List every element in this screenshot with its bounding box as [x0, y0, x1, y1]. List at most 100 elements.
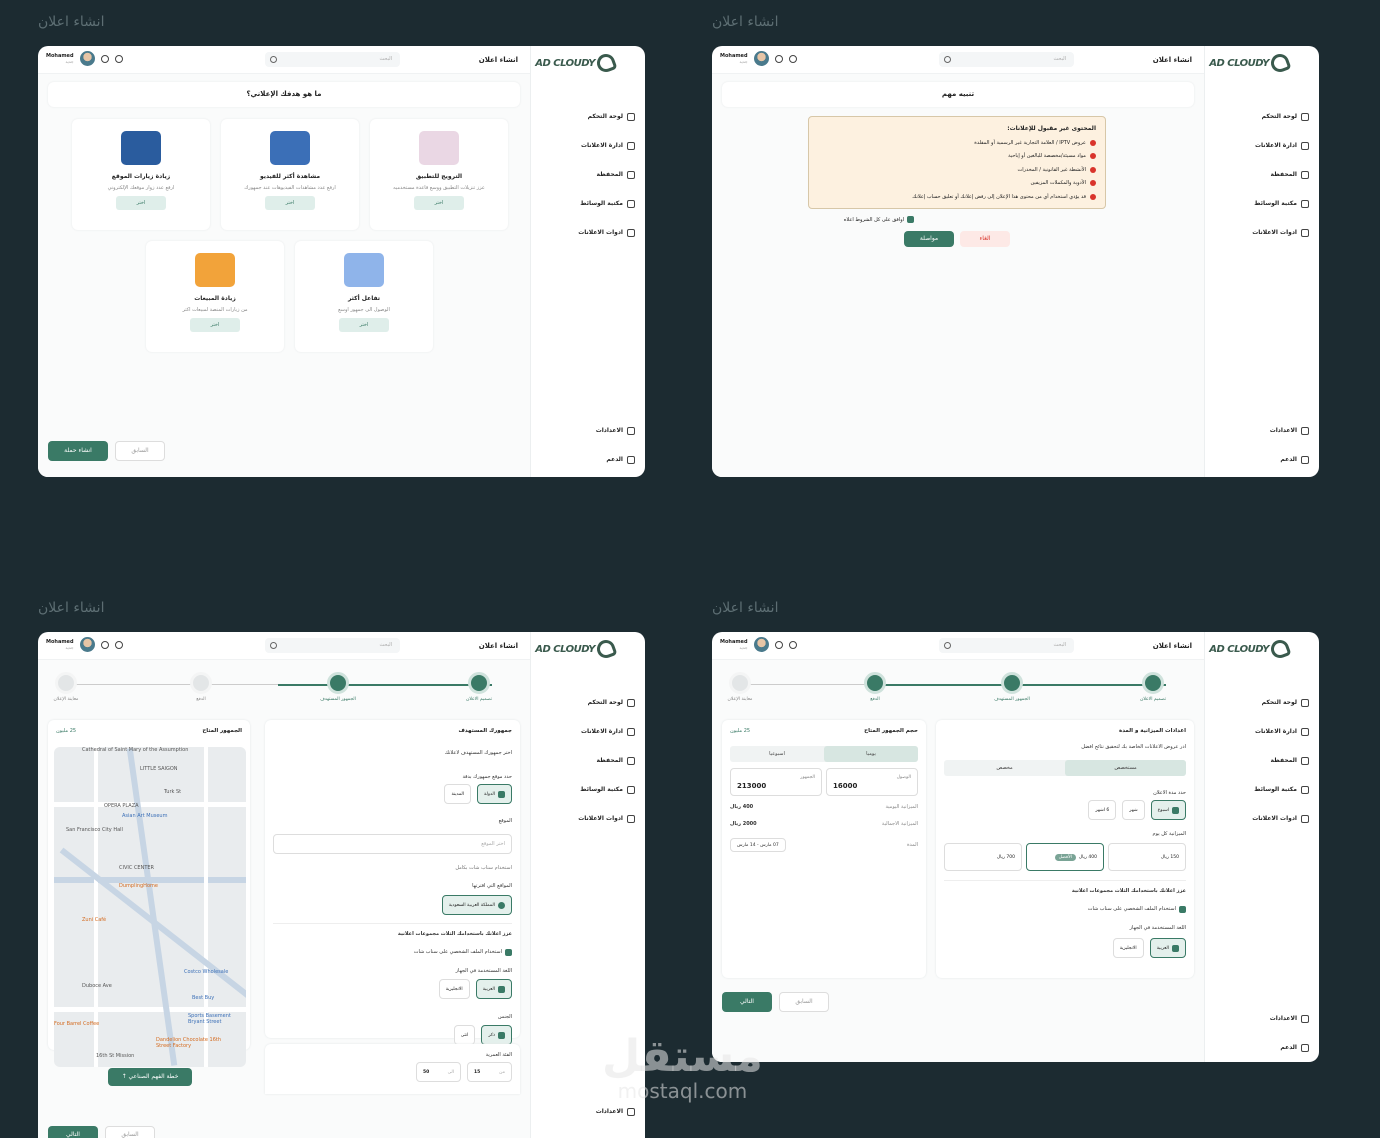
- nav-wallet[interactable]: المحفظة: [1229, 160, 1309, 189]
- prev-button[interactable]: السابق: [115, 441, 165, 461]
- nav-tools[interactable]: ادوات الاعلانات: [555, 218, 635, 247]
- moon-icon[interactable]: [774, 54, 783, 63]
- date-range[interactable]: 07 مارس - 14 مارس: [730, 838, 786, 852]
- snap-checkbox[interactable]: استخدام الملف الشخصي على سناب شات: [414, 949, 512, 956]
- nav-dashboard[interactable]: لوحة التحكم: [555, 102, 635, 131]
- nav-ads[interactable]: ادارة الاعلانات: [1229, 131, 1309, 160]
- step-payment[interactable]: الدفع: [173, 672, 229, 702]
- option-country[interactable]: الدولة: [477, 784, 512, 804]
- nav-dashboard[interactable]: لوحة التحكم: [555, 688, 635, 717]
- card-app-promo[interactable]: الترويج للتطبيق عزز تنزيلات التطبيق ووسع …: [370, 119, 508, 230]
- choose-button[interactable]: اختر: [414, 196, 464, 210]
- bell-icon[interactable]: [788, 54, 797, 63]
- user-menu[interactable]: Mohamed جديد: [46, 637, 123, 652]
- site-input[interactable]: اختر الموقع: [273, 834, 512, 854]
- search-input[interactable]: البحث: [939, 638, 1074, 653]
- budget-150[interactable]: 150 ريال: [1108, 843, 1186, 871]
- user-menu[interactable]: Mohamed جديد: [46, 51, 123, 66]
- lang-english[interactable]: الانجليزية: [438, 979, 470, 999]
- card-site-visits[interactable]: زيادة زيارات الموقع ارفع عدد زوار موقعك ا…: [72, 119, 210, 230]
- period-toggle[interactable]: يوميا اسبوعيا: [730, 746, 918, 762]
- nav-dashboard[interactable]: لوحة التحكم: [1229, 102, 1309, 131]
- lang-english[interactable]: الانجليزية: [1112, 938, 1144, 958]
- duration-week[interactable]: اسبوع: [1150, 800, 1186, 820]
- step-audience[interactable]: الجمهور المستهدف: [984, 672, 1040, 702]
- search-input[interactable]: البحث: [265, 52, 400, 67]
- choose-button[interactable]: اختر: [116, 196, 166, 210]
- moon-icon[interactable]: [774, 640, 783, 649]
- budget-mode-toggle[interactable]: مستخصص مخصص: [944, 760, 1186, 776]
- nav-dashboard[interactable]: لوحة التحكم: [1229, 688, 1309, 717]
- prev-button[interactable]: السابق: [779, 992, 829, 1012]
- choose-button[interactable]: اختر: [190, 318, 240, 332]
- suggested-location[interactable]: المملكة العربية السعودية: [441, 895, 512, 915]
- age-from-input[interactable]: من 15: [467, 1062, 512, 1082]
- map[interactable]: Cathedral of Saint Mary of the Assumptio…: [54, 747, 246, 1067]
- choose-button[interactable]: اختر: [265, 196, 315, 210]
- nav-settings[interactable]: الاعدادات: [555, 416, 635, 445]
- nav-support[interactable]: الدعم: [1229, 445, 1309, 474]
- gender-male[interactable]: ذكر: [481, 1025, 512, 1045]
- bell-icon[interactable]: [788, 640, 797, 649]
- create-campaign-button[interactable]: انشاء حملة: [48, 441, 108, 461]
- user-menu[interactable]: Mohamed جديد: [720, 637, 797, 652]
- gender-female[interactable]: انثى: [453, 1025, 476, 1045]
- step-design[interactable]: تصميم الاعلان: [451, 672, 507, 702]
- moon-icon[interactable]: [100, 54, 109, 63]
- cancel-button[interactable]: الغاء: [960, 231, 1010, 247]
- home-icon: [1301, 698, 1309, 707]
- bell-icon[interactable]: [114, 640, 123, 649]
- ai-plan-button[interactable]: ↑ خطة الفهم الصناعي: [108, 1068, 192, 1086]
- nav-settings[interactable]: الاعدادات: [1229, 1004, 1309, 1033]
- nav-ads[interactable]: ادارة الاعلانات: [1229, 717, 1309, 746]
- continue-button[interactable]: مواصلة: [904, 231, 954, 247]
- support-icon: [1301, 455, 1309, 464]
- next-button[interactable]: التالي: [722, 992, 772, 1012]
- budget-400[interactable]: 400 ريال الأفضل: [1026, 843, 1104, 871]
- duration-month[interactable]: شهر: [1122, 800, 1145, 820]
- search-input[interactable]: البحث: [939, 52, 1074, 67]
- nav-settings[interactable]: الاعدادات: [1229, 416, 1309, 445]
- nav-tools[interactable]: ادوات الاعلانات: [555, 804, 635, 833]
- next-button[interactable]: التالي: [48, 1126, 98, 1138]
- lang-arabic[interactable]: العربية: [475, 979, 512, 999]
- nav-wallet[interactable]: المحفظة: [1229, 746, 1309, 775]
- user-menu[interactable]: Mohamed جديد: [720, 51, 797, 66]
- option-city[interactable]: المدينة: [444, 784, 472, 804]
- nav-media[interactable]: مكتبة الوسائط: [555, 189, 635, 218]
- step-preview[interactable]: معاينة الإعلان: [712, 672, 768, 702]
- snap-checkbox[interactable]: استخدام الملف الشخصي على سناب شات: [1088, 906, 1186, 913]
- card-video-views[interactable]: مشاهدة أكثر للفيديو ارفع عدد مشاهدات الفي…: [221, 119, 359, 230]
- screen-objective: AD CLOUDY لوحة التحكم ادارة الاعلانات ال…: [38, 46, 645, 477]
- nav-wallet[interactable]: المحفظة: [555, 746, 635, 775]
- alert-dot-icon: [1090, 139, 1096, 146]
- search-input[interactable]: البحث: [265, 638, 400, 653]
- moon-icon[interactable]: [100, 640, 109, 649]
- step-preview[interactable]: معاينة الإعلان: [38, 672, 94, 702]
- avatar: [79, 51, 95, 66]
- nav-support[interactable]: الدعم: [555, 445, 635, 474]
- nav-tools[interactable]: ادوات الاعلانات: [1229, 804, 1309, 833]
- nav-media[interactable]: مكتبة الوسائط: [1229, 775, 1309, 804]
- step-design[interactable]: تصميم الاعلان: [1125, 672, 1181, 702]
- nav-support[interactable]: الدعم: [1229, 1033, 1309, 1062]
- nav-media[interactable]: مكتبة الوسائط: [555, 775, 635, 804]
- prev-button[interactable]: السابق: [105, 1126, 155, 1138]
- lang-arabic[interactable]: العربية: [1149, 938, 1186, 958]
- card-engagement[interactable]: تفاعل أكثر الوصول الى جمهور اوسع اختر: [295, 241, 433, 352]
- nav-ads[interactable]: ادارة الاعلانات: [555, 717, 635, 746]
- nav-media[interactable]: مكتبة الوسائط: [1229, 189, 1309, 218]
- step-payment[interactable]: الدفع: [847, 672, 903, 702]
- step-audience[interactable]: الجمهور المستهدف: [310, 672, 366, 702]
- audience-panel: جمهورك المستهدف اختر جمهورك المستهدف لاع…: [265, 720, 520, 1045]
- nav-wallet[interactable]: المحفظة: [555, 160, 635, 189]
- choose-button[interactable]: اختر: [339, 318, 389, 332]
- bell-icon[interactable]: [114, 54, 123, 63]
- card-sales[interactable]: زيادة المبيعات من زيارات المنصة لمبيعات ا…: [146, 241, 284, 352]
- agree-checkbox[interactable]: اوافق على كل الشروط اعلاه: [844, 216, 914, 223]
- duration-6months[interactable]: 6 اشهر: [1088, 800, 1117, 820]
- age-to-input[interactable]: الى 50: [416, 1062, 461, 1082]
- budget-700[interactable]: 700 ريال: [944, 843, 1022, 871]
- nav-tools[interactable]: ادوات الاعلانات: [1229, 218, 1309, 247]
- nav-ads[interactable]: ادارة الاعلانات: [555, 131, 635, 160]
